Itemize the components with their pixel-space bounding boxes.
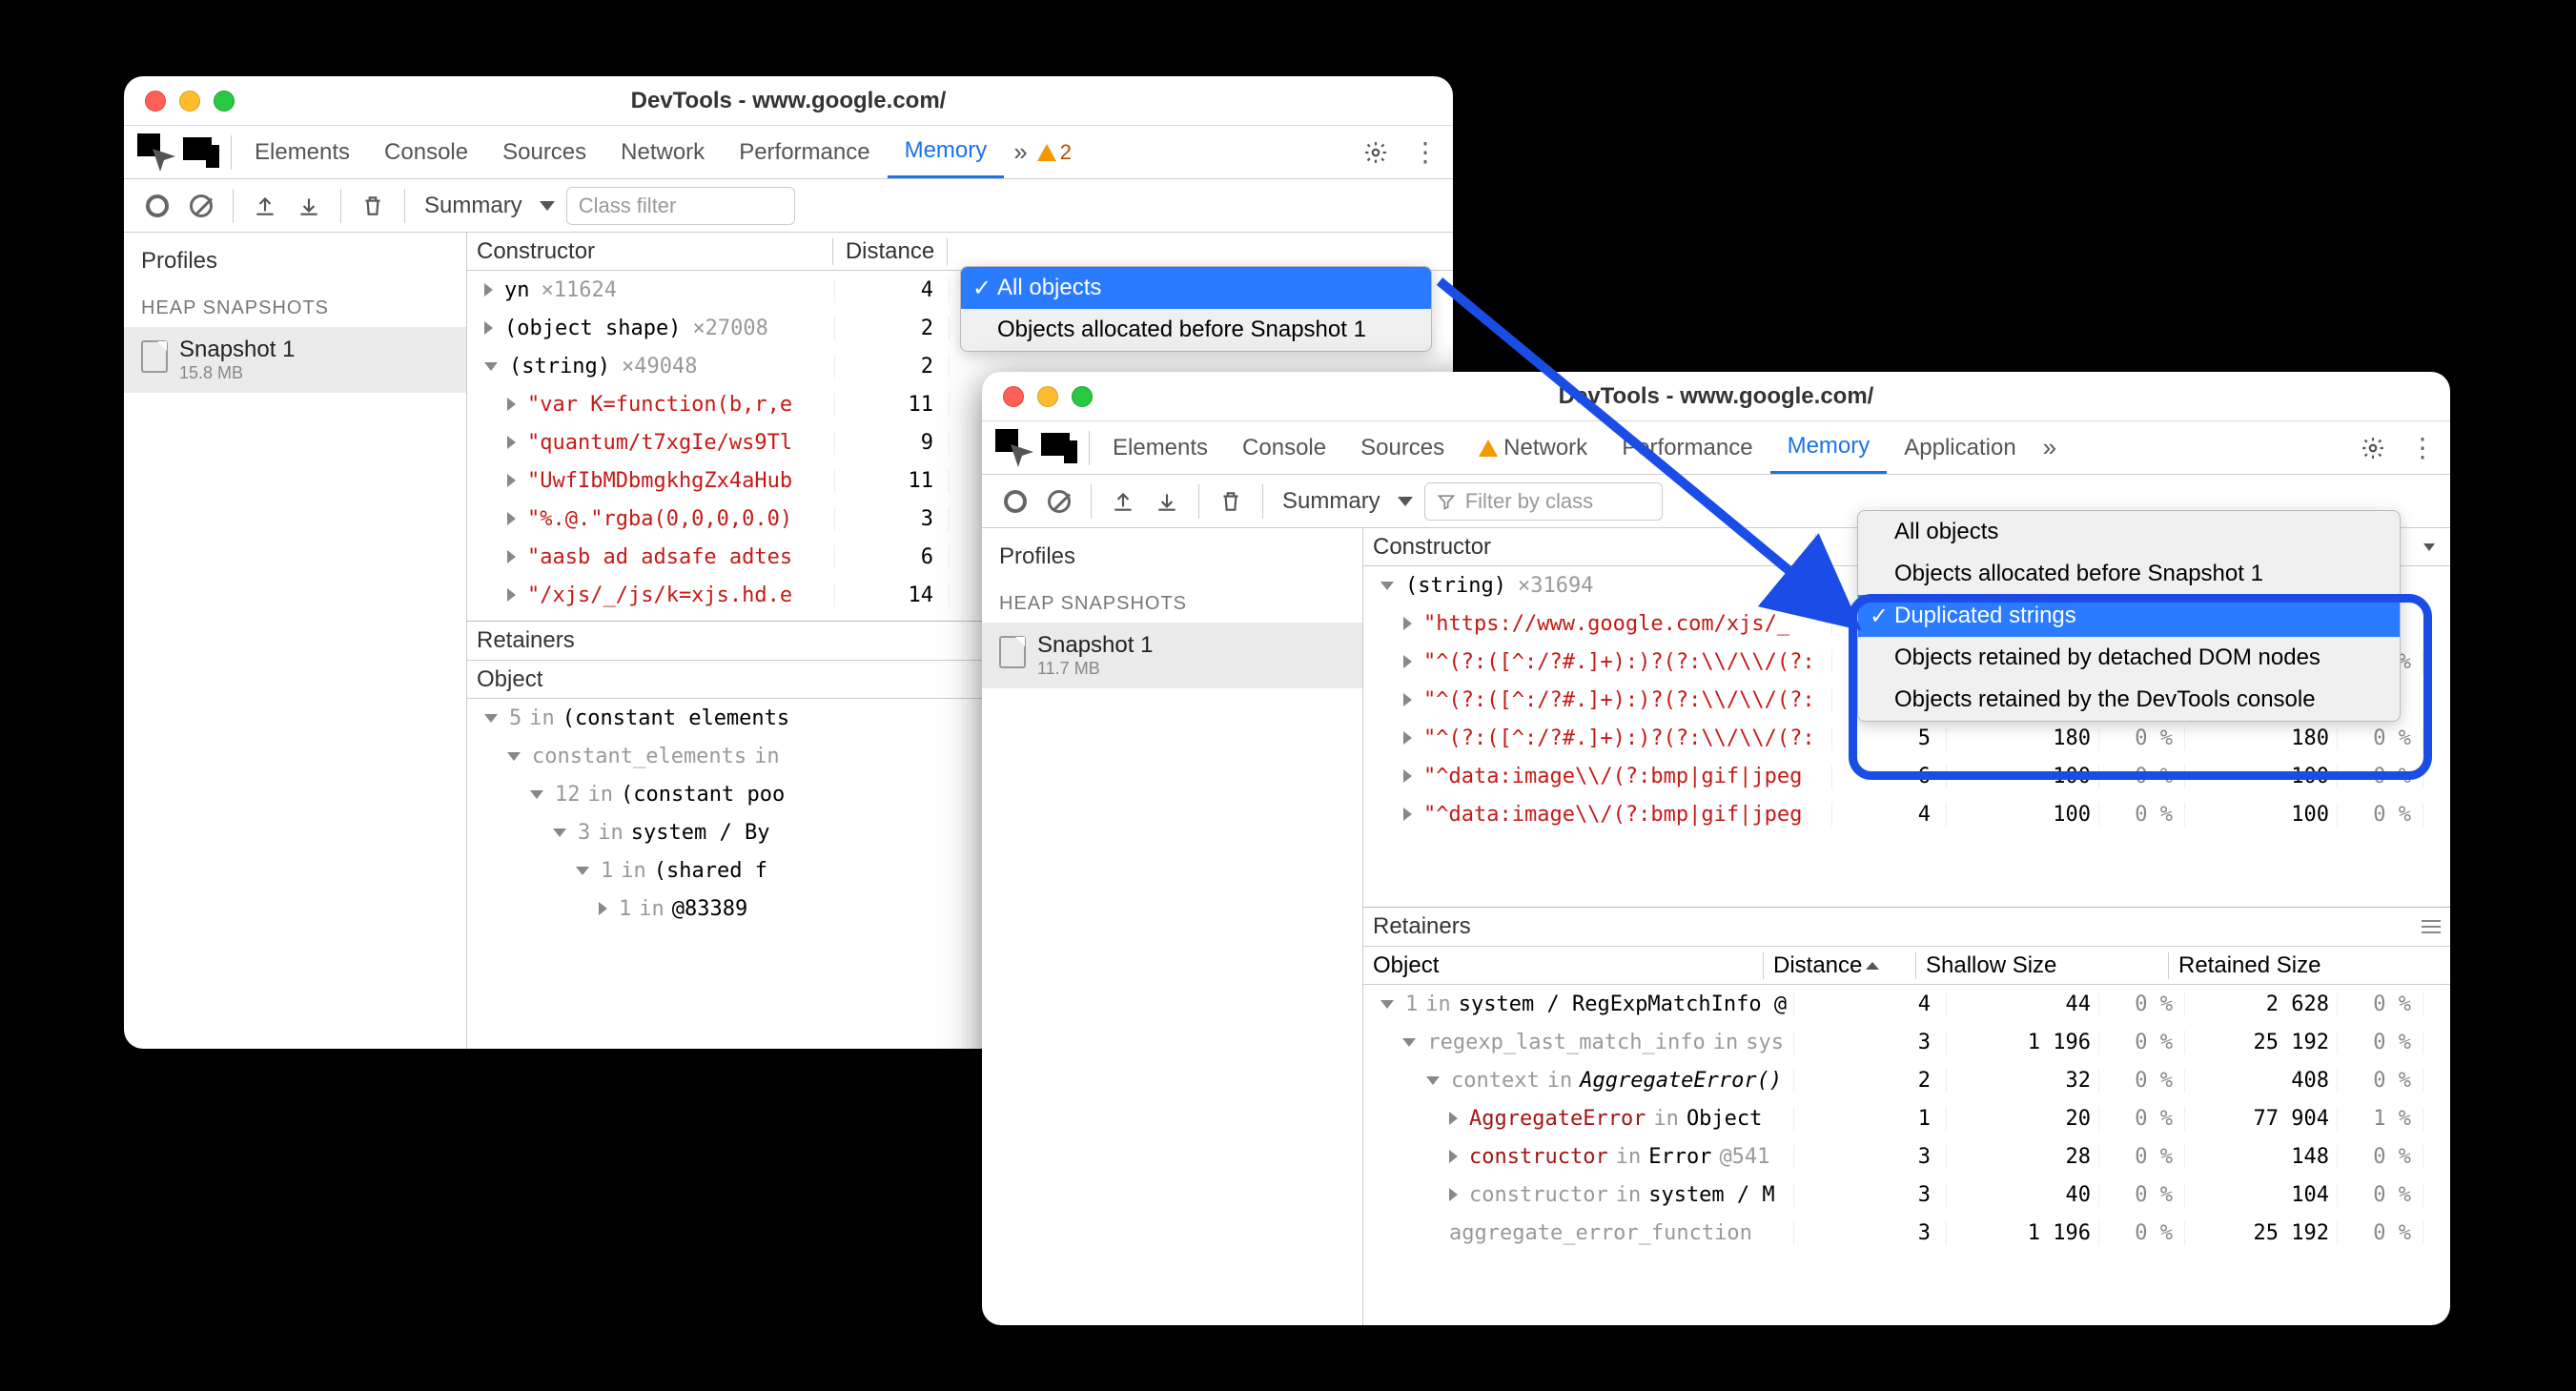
tab-network[interactable]: Network [603,126,722,178]
table-row[interactable]: "^data:image\\/(?:bmp|gif|jpeg41000 %100… [1363,795,2450,833]
profiles-heading: Profiles [982,528,1362,585]
tab-application[interactable]: Application [1887,421,2033,474]
filter-option-before-snapshot[interactable]: Objects allocated before Snapshot 1 [1858,553,2400,595]
retainer-row[interactable]: 1 in system / RegExpMatchInfo @4440 %2 6… [1363,985,2450,1023]
view-select[interactable]: Summary [413,193,566,219]
trash-icon[interactable] [355,188,391,224]
traffic-lights [145,91,235,112]
kebab-icon[interactable]: ⋮ [1407,134,1443,171]
retainer-row[interactable]: constructor in Error @5413280 %1480 % [1363,1137,2450,1176]
tab-elements[interactable]: Elements [1095,421,1225,474]
titlebar: DevTools - www.google.com/ [982,372,2450,421]
retainers-rows: 1 in system / RegExpMatchInfo @4440 %2 6… [1363,985,2450,1325]
profiles-sidebar: Profiles HEAP SNAPSHOTS Snapshot 1 15.8 … [124,233,467,1049]
highlight-new-filters [1849,594,2432,780]
heap-snapshots-heading: HEAP SNAPSHOTS [982,585,1362,623]
table-header: Constructor Distance [467,233,1453,271]
tab-network[interactable]: Network [1462,421,1605,474]
close-icon[interactable] [1003,386,1024,407]
warning-badge[interactable]: 2 [1037,140,1072,165]
chevron-down-icon[interactable] [2423,543,2435,551]
close-icon[interactable] [145,91,166,112]
tab-memory[interactable]: Memory [1770,421,1888,474]
profiles-heading: Profiles [124,233,466,290]
retainer-row[interactable]: AggregateError in Object1200 %77 9041 % [1363,1099,2450,1137]
column-retained[interactable]: Retained Size [2169,952,2422,979]
gear-icon[interactable] [1358,134,1394,171]
tab-console[interactable]: Console [367,126,485,178]
inspect-icon[interactable] [133,130,179,175]
clear-icon[interactable] [1041,483,1077,520]
minimize-icon[interactable] [1037,386,1058,407]
retainer-row[interactable]: context in AggregateError()2320 %4080 % [1363,1061,2450,1099]
chevron-down-icon [540,201,555,211]
column-object[interactable]: Object [1363,952,1764,979]
retainers-header: Object Distance Shallow Size Retained Si… [1363,947,2450,985]
clear-icon[interactable] [183,188,219,224]
class-filter-input[interactable]: Class filter [566,187,795,225]
column-constructor[interactable]: Constructor [467,238,833,265]
retainer-row[interactable]: regexp_last_match_info in sys31 1960 %25… [1363,1023,2450,1061]
record-icon[interactable] [139,188,175,224]
warning-icon [1037,144,1056,161]
column-shallow[interactable]: Shallow Size [1916,952,2169,979]
filter-icon [1437,492,1456,511]
tabs-overflow[interactable]: » [2034,433,2066,462]
tab-performance[interactable]: Performance [1605,421,1769,474]
tab-memory[interactable]: Memory [888,126,1005,178]
tab-performance[interactable]: Performance [722,126,887,178]
chevron-down-icon [1398,497,1413,506]
column-distance[interactable]: Distance [833,238,948,265]
minimize-icon[interactable] [179,91,200,112]
snapshot-icon [141,340,168,373]
filter-dropdown[interactable]: All objects Objects allocated before Sna… [960,266,1432,352]
window-title: DevTools - www.google.com/ [997,383,2435,410]
tab-elements[interactable]: Elements [237,126,367,178]
snapshot-item[interactable]: Snapshot 1 15.8 MB [124,327,466,393]
maximize-icon[interactable] [1072,386,1093,407]
tab-bar: Elements Console Sources Network Perform… [982,421,2450,475]
filter-option-all[interactable]: All objects [961,267,1431,309]
titlebar: DevTools - www.google.com/ [124,76,1453,126]
inspect-icon[interactable] [992,425,1037,471]
filter-option-all[interactable]: All objects [1858,511,2400,553]
tab-console[interactable]: Console [1225,421,1343,474]
hamburger-icon[interactable] [2422,920,2441,933]
filter-option-before-snapshot[interactable]: Objects allocated before Snapshot 1 [961,309,1431,351]
memory-toolbar: Summary Class filter [124,179,1453,233]
heap-snapshots-heading: HEAP SNAPSHOTS [124,290,466,327]
upload-icon[interactable] [1105,483,1141,520]
class-filter-input[interactable]: Filter by class [1424,482,1663,521]
tab-sources[interactable]: Sources [485,126,603,178]
tab-bar: Elements Console Sources Network Perform… [124,126,1453,179]
gear-icon[interactable] [2355,430,2391,466]
tabs-overflow[interactable]: » [1004,137,1036,167]
snapshot-icon [999,636,1026,668]
download-icon[interactable] [291,188,327,224]
trash-icon[interactable] [1213,483,1249,520]
maximize-icon[interactable] [214,91,235,112]
retainer-row[interactable]: aggregate_error_function31 1960 %25 1920… [1363,1214,2450,1252]
sort-asc-icon [1866,962,1879,970]
devtools-window-2: DevTools - www.google.com/ Elements Cons… [982,372,2450,1325]
download-icon[interactable] [1149,483,1185,520]
upload-icon[interactable] [247,188,283,224]
column-constructor[interactable]: Constructor [1363,534,1816,561]
record-icon[interactable] [997,483,1033,520]
snapshot-item[interactable]: Snapshot 1 11.7 MB [982,623,1362,688]
tab-sources[interactable]: Sources [1343,421,1462,474]
traffic-lights [1003,386,1093,407]
kebab-icon[interactable]: ⋮ [2404,430,2441,466]
retainers-heading: Retainers [1363,907,2450,947]
retainer-row[interactable]: constructor in system / M3400 %1040 % [1363,1176,2450,1214]
device-icon[interactable] [179,130,225,175]
profiles-sidebar: Profiles HEAP SNAPSHOTS Snapshot 1 11.7 … [982,528,1363,1325]
view-select[interactable]: Summary [1271,488,1424,515]
column-distance[interactable]: Distance [1764,952,1916,979]
device-icon[interactable] [1037,425,1083,471]
window-title: DevTools - www.google.com/ [139,88,1438,114]
warning-icon [1479,440,1498,457]
